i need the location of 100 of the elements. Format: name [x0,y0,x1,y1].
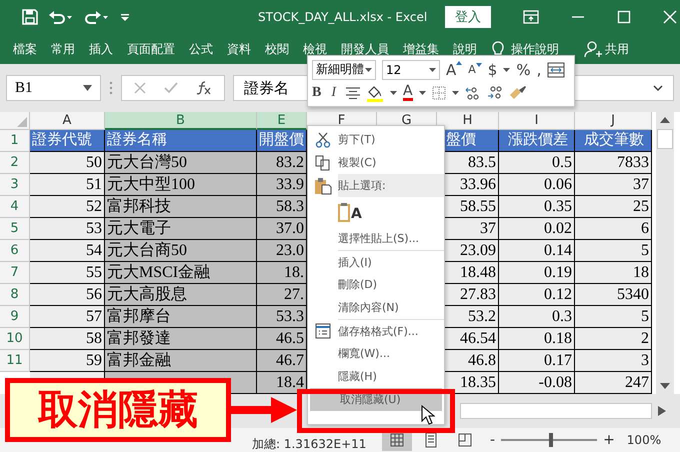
table-cell: 54 [30,240,105,262]
table-cell: 0.18 [499,328,575,350]
zoom-in-button[interactable]: + [603,432,615,448]
paste-option-button[interactable]: A [338,202,362,222]
format-cells-icon [315,322,331,338]
table-cell: 23.0 [257,240,307,262]
table-cell: 58.3 [257,196,307,218]
undo-icon[interactable] [48,9,74,25]
column-header[interactable]: E [257,112,307,130]
grow-font-button[interactable]: A [446,60,462,78]
row-header[interactable]: 8 [0,284,30,306]
expand-icon[interactable] [653,85,663,91]
close-icon[interactable] [663,10,678,24]
ribbon-tab[interactable]: 插入 [82,40,120,58]
caret-icon[interactable] [418,90,426,94]
table-cell: 46.7 [257,350,307,372]
ribbon-tab[interactable]: 檢視 [296,40,334,58]
table-cell: 富邦金融 [105,350,257,372]
caret-icon[interactable] [503,68,510,72]
size-dropdown[interactable]: 12 [382,60,440,80]
format-painter-icon[interactable] [508,84,527,100]
column-header[interactable]: H [437,112,499,130]
percent-button[interactable]: % [516,60,531,78]
column-header[interactable]: I [499,112,575,130]
zoom-out-button[interactable]: - [490,432,496,448]
shrink-font-button[interactable]: A [468,63,482,76]
row-header[interactable]: 7 [0,262,30,284]
scroll-up-icon[interactable] [660,117,670,123]
horizontal-scrollbar[interactable] [460,403,652,419]
row-header[interactable]: 11 [0,350,30,372]
row-header[interactable]: 3 [0,174,30,196]
save-icon[interactable] [22,9,38,25]
scroll-thumb[interactable] [657,129,673,149]
zoom-level[interactable]: 100% [626,433,662,447]
share-button[interactable]: 共用 [602,40,636,58]
currency-button[interactable]: $ [488,60,498,78]
caret-icon[interactable] [390,90,398,94]
table-cell: 58 [30,328,105,350]
function-icon[interactable] [196,81,212,95]
row-header[interactable]: 1 [0,130,30,152]
tell-me-field[interactable]: 操作說明 [504,40,566,58]
borders-icon[interactable] [432,86,446,100]
row-header[interactable]: 10 [0,328,30,350]
column-header[interactable]: J [575,112,652,130]
row-header[interactable]: 2 [0,152,30,174]
ribbon-tab[interactable]: 增益集 [396,40,446,58]
font-color-button[interactable]: A [403,84,413,101]
table-cell: -0.08 [499,372,575,394]
caret-icon[interactable] [452,90,459,94]
customize-icon[interactable] [120,12,130,22]
redo-icon[interactable] [84,9,110,25]
drag-handle-icon[interactable] [109,81,113,95]
column-header[interactable]: A [30,112,105,130]
maximize-icon[interactable] [617,10,632,24]
ribbon-tab[interactable]: 說明 [446,40,484,58]
column-header[interactable]: B [105,112,257,130]
table-cell: 27. [257,284,307,306]
ribbon-tab[interactable]: 公式 [182,40,220,58]
align-center-icon[interactable] [346,86,360,98]
table-cell: 元大電子 [105,218,257,240]
copy-icon [315,154,331,170]
row-header[interactable]: 6 [0,240,30,262]
sign-in-button[interactable]: 登入 [445,6,492,28]
scroll-down-icon[interactable] [660,383,670,389]
table-cell: 富邦發達 [105,328,257,350]
italic-button[interactable]: I [331,84,336,100]
scroll-right-icon[interactable] [658,406,666,416]
table-cell: 5340 [575,284,652,306]
decrease-decimal-icon[interactable] [486,86,503,100]
table-cell: 0.02 [499,218,575,240]
bold-button[interactable]: B [312,84,322,100]
ribbon-tab[interactable]: 校閱 [258,40,296,58]
row-header[interactable]: 5 [0,218,30,240]
table-cell: 開盤價 [257,130,307,152]
pointer-arrow [231,395,297,425]
comma-button[interactable]: , [536,60,542,78]
table-cell: 59 [30,350,105,372]
ribbon-tab[interactable]: 資料 [220,40,258,58]
table-cell: 25 [575,196,652,218]
ribbon-display-icon[interactable] [523,10,540,24]
name-box[interactable]: B1 [6,75,101,101]
ribbon-tab[interactable]: 開發人員 [334,40,396,58]
fill-bucket-icon[interactable] [366,84,384,102]
table-cell: 漲跌價差 [499,130,575,152]
ribbon-tab[interactable]: 頁面配置 [120,40,182,58]
row-header[interactable]: 9 [0,306,30,328]
clipboard-icon [314,176,332,194]
font-dropdown[interactable]: 新細明體 [312,60,376,80]
ribbon-tab[interactable]: 常用 [44,40,82,58]
row-header[interactable]: 4 [0,196,30,218]
ribbon-tab[interactable]: 檔案 [6,40,44,58]
table-cell: 成交筆數 [575,130,652,152]
table-cell: 元大台商50 [105,240,257,262]
table-cell: 55 [30,262,105,284]
increase-decimal-icon[interactable] [464,86,481,100]
person-plus-icon[interactable] [584,40,602,58]
dropdown-icon [83,85,92,91]
check-icon[interactable] [164,82,178,94]
lightbulb-icon[interactable] [492,41,504,57]
column-width-icon[interactable] [547,62,566,78]
